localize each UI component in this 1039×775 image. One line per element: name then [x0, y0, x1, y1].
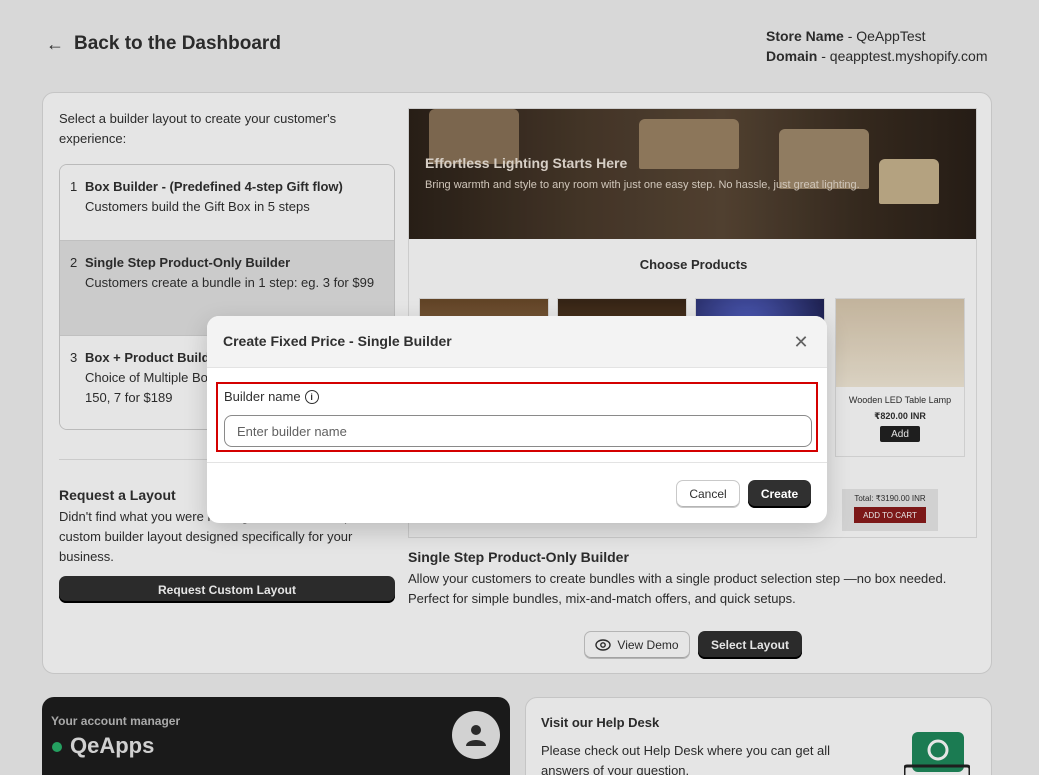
create-button[interactable]: Create — [748, 480, 811, 508]
modal-title: Create Fixed Price - Single Builder — [223, 333, 452, 349]
info-icon[interactable]: i — [304, 389, 319, 404]
modal-header: Create Fixed Price - Single Builder ✕ — [207, 316, 827, 368]
builder-name-input[interactable] — [224, 415, 812, 447]
builder-name-label: Builder name — [224, 389, 301, 404]
modal-footer: Cancel Create — [207, 462, 827, 523]
create-builder-modal: Create Fixed Price - Single Builder ✕ Bu… — [207, 316, 827, 523]
close-icon[interactable]: ✕ — [791, 332, 811, 352]
builder-name-label-row: Builder name i — [224, 389, 319, 404]
builder-name-field-highlight: Builder name i — [216, 382, 818, 452]
cancel-button[interactable]: Cancel — [676, 480, 740, 508]
